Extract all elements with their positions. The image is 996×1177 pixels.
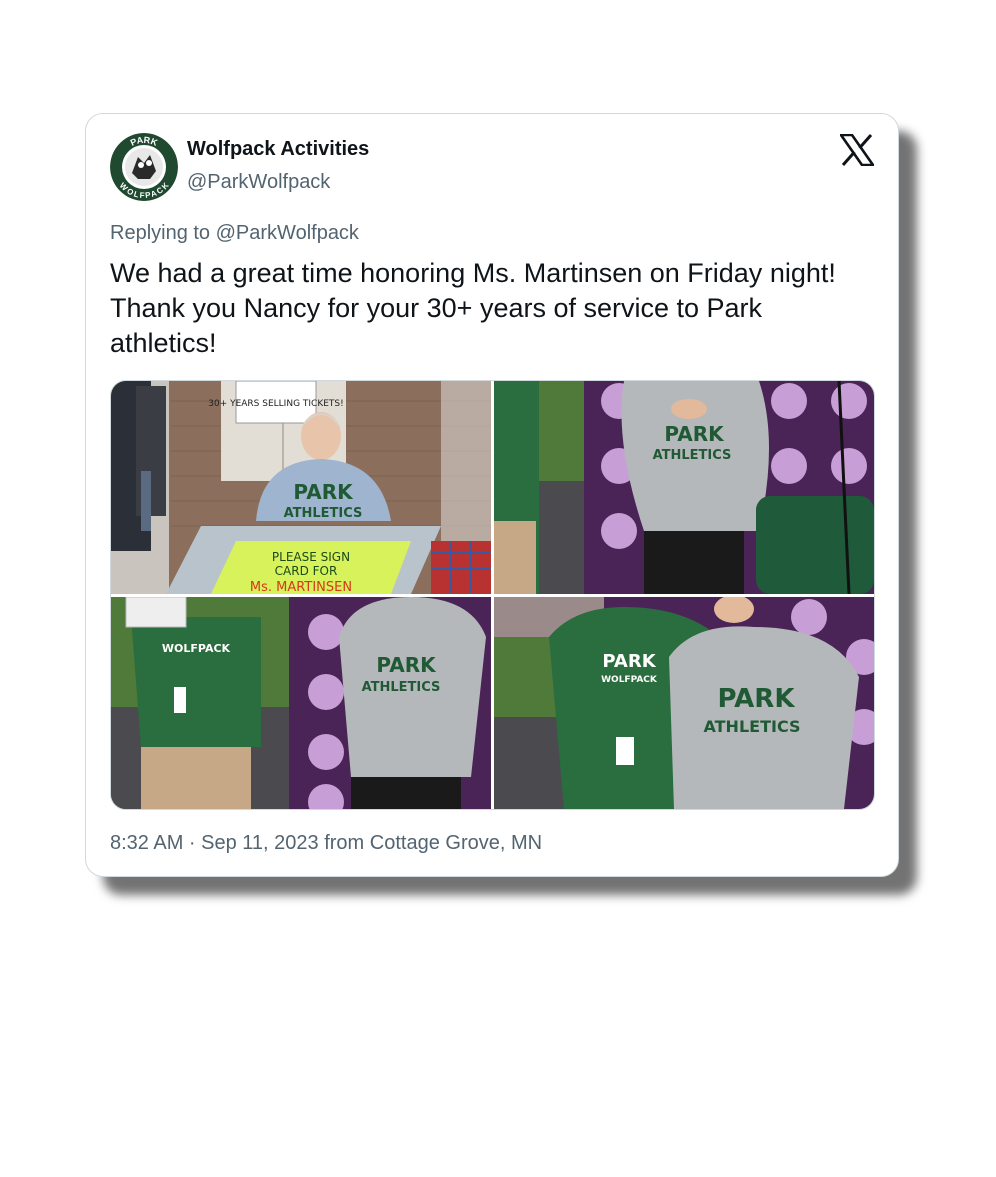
display-name[interactable]: Wolfpack Activities (187, 138, 369, 161)
green-shirt-line2: WOLFPACK (601, 675, 658, 685)
shirt-text-line1: PARK (664, 422, 725, 446)
tweet-card: PARK WOLFPACK Wolfpack Activities @ParkW… (85, 113, 899, 877)
reply-prefix: Replying to (110, 222, 211, 244)
poster-line2: CARD FOR (275, 564, 338, 578)
green-shirt-line1: PARK (602, 651, 656, 672)
shirt-text-line2: ATHLETICS (362, 680, 441, 695)
x-logo-icon[interactable] (838, 133, 876, 167)
user-handle[interactable]: @ParkWolfpack (187, 171, 330, 194)
wolfpack-logo-icon: PARK WOLFPACK (110, 133, 178, 201)
photo-4[interactable]: PARK WOLFPACK PARK ATHLETICS (494, 597, 874, 809)
shirt-text-line1: PARK (376, 653, 437, 677)
poster-line3: Ms. MARTINSEN (250, 580, 352, 594)
avatar[interactable]: PARK WOLFPACK (110, 133, 178, 201)
reply-mention-link[interactable]: @ParkWolfpack (216, 222, 359, 244)
shirt-text-line2: ATHLETICS (704, 717, 801, 736)
photo-2[interactable]: PARK ATHLETICS (494, 381, 874, 594)
sign-text: 30+ YEARS SELLING TICKETS! (208, 399, 344, 409)
shirt-text-line2: ATHLETICS (284, 506, 363, 521)
tweet-timestamp[interactable]: 8:32 AM · Sep 11, 2023 from Cottage Grov… (110, 832, 542, 855)
green-shirt-text: WOLFPACK (162, 642, 231, 655)
shirt-text-line2: ATHLETICS (653, 448, 732, 463)
reply-context: Replying to @ParkWolfpack (110, 222, 359, 245)
shirt-text-line1: PARK (293, 480, 354, 504)
poster-line1: PLEASE SIGN (272, 550, 350, 564)
shirt-text-line1: PARK (718, 684, 796, 714)
photo-3[interactable]: WOLFPACK PARK ATHLETICS (111, 597, 491, 809)
photo-1[interactable]: 30+ YEARS SELLING TICKETS! PARK ATHLETIC… (111, 381, 491, 594)
tweet-text: We had a great time honoring Ms. Martins… (110, 258, 836, 358)
media-grid: 30+ YEARS SELLING TICKETS! PARK ATHLETIC… (110, 380, 875, 810)
